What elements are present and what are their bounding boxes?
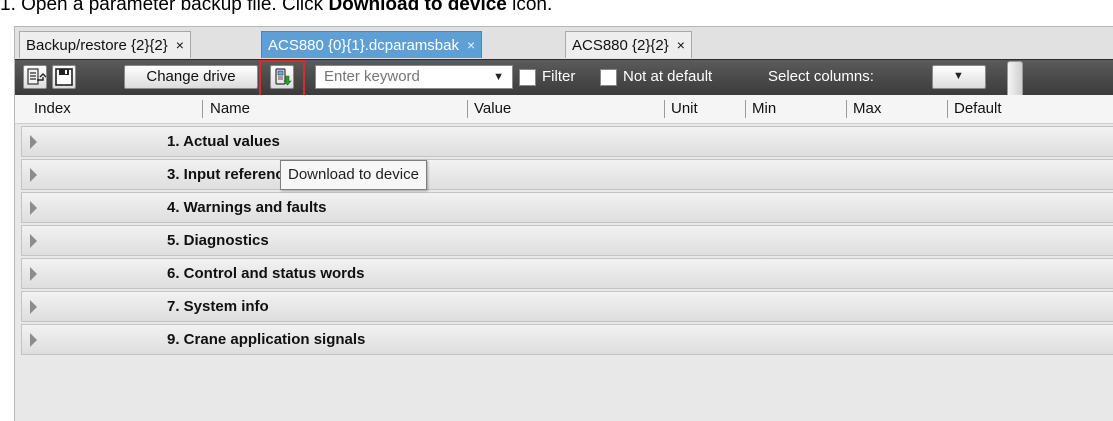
dropdown-arrow-icon: ▼ [953, 70, 964, 82]
column-header: Index Name Value Unit Min Max Default [15, 95, 1113, 124]
tab-label: Backup/restore {2}{2} [26, 37, 168, 54]
column-separator[interactable] [947, 100, 948, 118]
column-min[interactable]: Min [747, 95, 776, 123]
toolbar: Change drive ▼ Filter Not at default Sel… [15, 59, 1113, 105]
column-separator[interactable] [664, 100, 665, 118]
group-row-input-references[interactable]: 3. Input references [21, 159, 1113, 190]
download-tooltip: Download to device [280, 160, 427, 190]
save-icon[interactable] [52, 65, 76, 89]
group-row-warnings-faults[interactable]: 4. Warnings and faults [21, 192, 1113, 223]
import-list-icon[interactable] [23, 65, 47, 89]
group-row-control-status-words[interactable]: 6. Control and status words [21, 258, 1113, 289]
tab-acs880-drive[interactable]: ACS880 {2}{2} × [565, 31, 692, 58]
column-unit[interactable]: Unit [666, 95, 698, 123]
group-row-diagnostics[interactable]: 5. Diagnostics [21, 225, 1113, 256]
column-separator[interactable] [745, 100, 746, 118]
group-label: 9. Crane application signals [167, 331, 366, 348]
column-index[interactable]: Index [29, 95, 71, 123]
column-separator[interactable] [467, 100, 468, 118]
select-columns-dropdown[interactable]: ▼ [932, 65, 986, 89]
parameter-group-list: 1. Actual values 3. Input references 4. … [21, 126, 1113, 357]
toolbar-splitter-handle[interactable] [1007, 61, 1023, 99]
expand-arrow-icon[interactable] [30, 267, 37, 281]
group-row-crane-signals[interactable]: 9. Crane application signals [21, 324, 1113, 355]
tab-backup-restore[interactable]: Backup/restore {2}{2} × [19, 31, 191, 58]
expand-arrow-icon[interactable] [30, 168, 37, 182]
group-label: 4. Warnings and faults [167, 199, 327, 216]
group-label: 6. Control and status words [167, 265, 365, 282]
parameter-window: Backup/restore {2}{2} × ACS880 {0}{1}.dcp… [14, 26, 1113, 421]
group-label: 7. System info [167, 298, 269, 315]
group-row-actual-values[interactable]: 1. Actual values [21, 126, 1113, 157]
select-columns-label: Select columns: [768, 68, 874, 85]
instruction-bold: Download to device [328, 0, 507, 15]
tab-acs880-backup-file[interactable]: ACS880 {0}{1}.dcparamsbak × [261, 31, 483, 58]
group-label: 5. Diagnostics [167, 232, 269, 249]
not-at-default-label: Not at default [623, 68, 713, 85]
search-input[interactable] [324, 68, 474, 85]
column-default[interactable]: Default [949, 95, 1002, 123]
expand-arrow-icon[interactable] [30, 300, 37, 314]
expand-arrow-icon[interactable] [30, 201, 37, 215]
tab-bar: Backup/restore {2}{2} × ACS880 {0}{1}.dcp… [15, 27, 1113, 59]
instruction-text: 1. Open a parameter backup file. Click D… [0, 0, 1113, 17]
close-icon[interactable]: × [677, 37, 685, 53]
tab-label: ACS880 {0}{1}.dcparamsbak [268, 37, 459, 54]
column-name[interactable]: Name [205, 95, 250, 123]
instruction-suffix: icon. [506, 0, 553, 15]
dropdown-arrow-icon[interactable]: ▼ [493, 66, 504, 88]
expand-arrow-icon[interactable] [30, 234, 37, 248]
filter-label: Filter [542, 68, 576, 85]
filter-checkbox[interactable] [519, 69, 536, 86]
column-value[interactable]: Value [469, 95, 511, 123]
not-at-default-checkbox[interactable] [600, 69, 617, 86]
close-icon[interactable]: × [467, 37, 475, 53]
change-drive-button[interactable]: Change drive [124, 65, 258, 89]
close-icon[interactable]: × [176, 37, 184, 53]
tab-label: ACS880 {2}{2} [572, 37, 669, 54]
column-separator[interactable] [846, 100, 847, 118]
expand-arrow-icon[interactable] [30, 135, 37, 149]
group-label: 1. Actual values [167, 133, 280, 150]
column-separator[interactable] [202, 100, 203, 118]
group-row-system-info[interactable]: 7. System info [21, 291, 1113, 322]
column-max[interactable]: Max [848, 95, 881, 123]
expand-arrow-icon[interactable] [30, 333, 37, 347]
keyword-search-box[interactable]: ▼ [315, 65, 513, 89]
instruction-prefix: 1. Open a parameter backup file. Click [0, 0, 329, 15]
